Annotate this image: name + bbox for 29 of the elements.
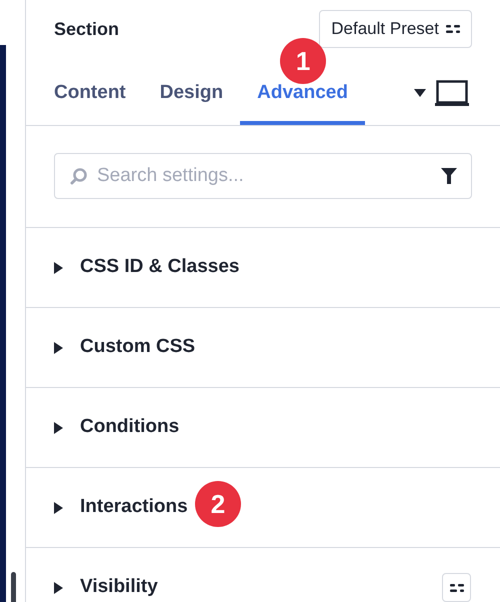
panel-title: Section: [54, 18, 120, 40]
caret-icon: [54, 342, 63, 354]
tab[interactable]: Content: [37, 75, 143, 125]
settings-section[interactable]: CSS ID & Classes: [26, 228, 500, 308]
preset-button[interactable]: Default Preset: [319, 10, 472, 48]
settings-section[interactable]: Visibility: [26, 548, 500, 602]
search-icon: [70, 167, 88, 185]
section-label: Interactions: [80, 495, 188, 520]
settings-section[interactable]: Custom CSS: [26, 308, 500, 388]
caret-icon: [54, 502, 63, 514]
section-label: Conditions: [80, 415, 180, 440]
section-label: CSS ID & Classes: [80, 255, 240, 280]
annotation-badge: 2: [195, 481, 241, 528]
laptop-icon: [435, 80, 469, 106]
caret-icon: [414, 89, 426, 97]
annotation-badge: 1: [280, 38, 326, 84]
filter-icon[interactable]: [441, 168, 457, 184]
preset-icon: [446, 23, 460, 35]
tab[interactable]: Design: [142, 75, 240, 125]
resize-handle[interactable]: [11, 572, 16, 602]
caret-icon: [54, 582, 63, 594]
preset-icon[interactable]: [442, 573, 471, 602]
caret-icon: [54, 422, 63, 434]
section-label: Custom CSS: [80, 335, 196, 360]
settings-section[interactable]: Conditions: [26, 388, 500, 468]
caret-icon: [54, 262, 63, 274]
settings-section[interactable]: Interactions 2: [26, 468, 500, 548]
search-field[interactable]: Search settings...: [54, 153, 472, 199]
section-label: Visibility: [80, 575, 158, 600]
